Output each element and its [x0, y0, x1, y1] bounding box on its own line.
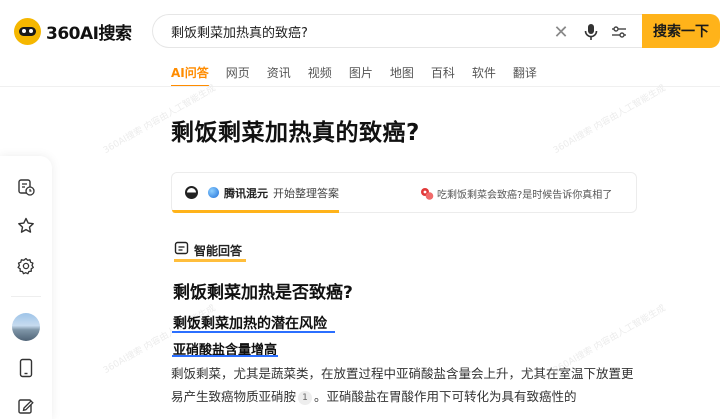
avatar[interactable]: [12, 313, 40, 341]
gear-icon[interactable]: [15, 255, 37, 277]
smart-answer-label: 智能回答: [174, 241, 247, 262]
answer-status-card: 腾讯混元 开始整理答案 吃剩饭剩菜会致癌?是时候告诉你真相了: [171, 172, 637, 213]
tab-video[interactable]: 视频: [308, 64, 332, 82]
related-link-icon: [420, 186, 434, 200]
answer-subheading: 剩饭剩菜加热的潜在风险: [173, 316, 327, 332]
tab-software[interactable]: 软件: [472, 64, 496, 82]
tab-map[interactable]: 地图: [390, 64, 414, 82]
answer-heading: 剩饭剩菜加热是否致癌?: [173, 283, 353, 303]
search-tabs: AI问答 网页 资讯 视频 图片 地图 百科 软件 翻译: [171, 64, 554, 87]
answer-paragraph: 剩饭剩菜，尤其是蔬菜类，在放置过程中亚硝酸盐含量会上升，尤其在室温下放置更易产生…: [171, 366, 634, 405]
subheading-underline: [172, 331, 335, 333]
loading-spinner-icon: [185, 186, 198, 199]
tab-ai-qa[interactable]: AI问答: [171, 64, 209, 87]
search-input[interactable]: [171, 16, 531, 46]
filter-settings-icon[interactable]: [609, 22, 629, 42]
history-icon[interactable]: [15, 176, 37, 198]
search-box: ✕: [152, 14, 642, 48]
clear-icon[interactable]: ✕: [551, 22, 571, 43]
smart-answer-underline: [174, 259, 247, 262]
brand-name: 360AI搜索: [46, 23, 132, 44]
logo-mark-icon: [14, 17, 41, 45]
microphone-icon[interactable]: [581, 22, 601, 42]
globe-icon: [208, 187, 219, 198]
tab-news[interactable]: 资讯: [267, 64, 291, 82]
tab-translate[interactable]: 翻译: [513, 64, 537, 82]
status-text: 开始整理答案: [273, 187, 339, 200]
tab-baike[interactable]: 百科: [431, 64, 455, 82]
answer-progress-bar: [172, 210, 339, 213]
model-source-label: 腾讯混元: [224, 187, 268, 200]
citation-badge[interactable]: 1: [298, 391, 313, 405]
tab-web[interactable]: 网页: [226, 64, 250, 82]
star-icon[interactable]: [15, 215, 37, 237]
brand-logo[interactable]: 360AI搜索: [14, 17, 132, 45]
left-sidebar: [0, 156, 52, 419]
question-title: 剩饭剩菜加热真的致癌?: [171, 120, 420, 146]
edit-icon[interactable]: [15, 395, 37, 417]
watermark: 360AI搜索 内容由人工智能生成: [551, 83, 668, 157]
sidebar-divider: [11, 296, 41, 297]
related-article-link[interactable]: 吃剩饭剩菜会致癌?是时候告诉你真相了: [437, 186, 612, 201]
search-button[interactable]: 搜索一下: [642, 14, 720, 48]
header-divider: [0, 86, 720, 87]
tab-images[interactable]: 图片: [349, 64, 373, 82]
phone-icon[interactable]: [15, 357, 37, 379]
chat-bubble-icon: [174, 241, 189, 260]
subsubheading-underline: [172, 355, 278, 357]
smart-answer-text: 智能回答: [194, 243, 243, 258]
